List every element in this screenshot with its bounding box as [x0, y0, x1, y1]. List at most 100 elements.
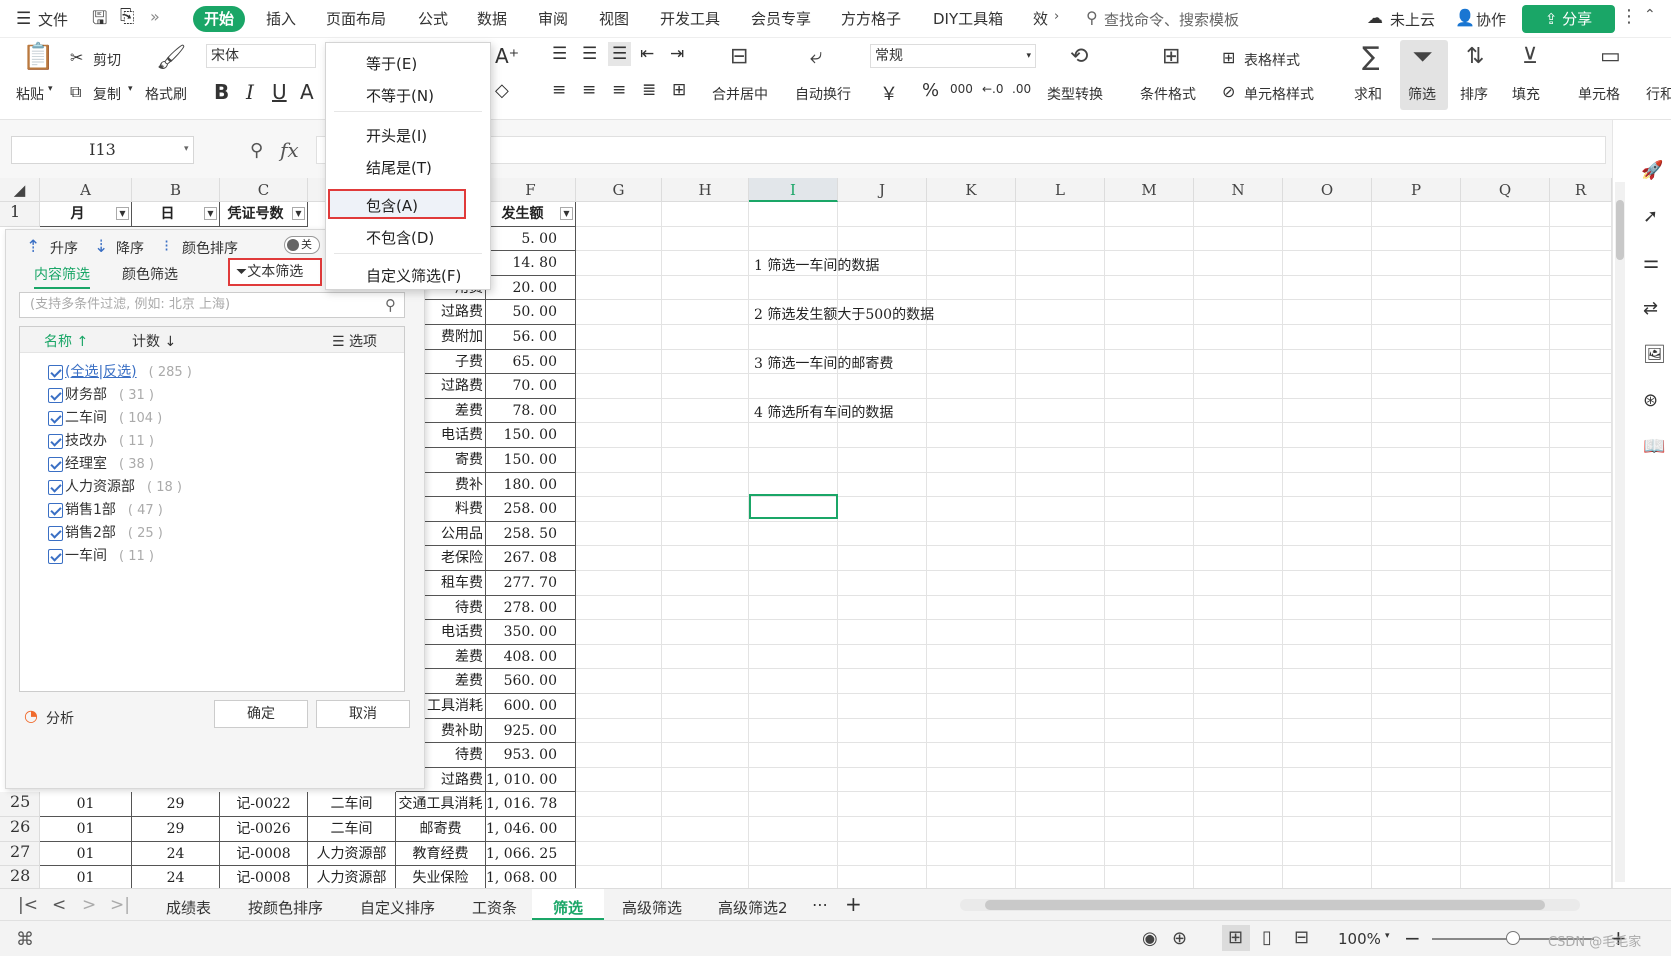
cell-H9[interactable]	[662, 398, 749, 424]
cell-G1[interactable]	[576, 202, 662, 227]
cell-M16[interactable]	[1105, 571, 1194, 596]
cell-L23[interactable]	[1016, 743, 1105, 768]
sort-icon[interactable]: ⇅	[1466, 46, 1484, 68]
cell-K4[interactable]	[927, 275, 1016, 301]
cell-K21[interactable]	[927, 694, 1016, 719]
cell-J15[interactable]	[838, 546, 927, 571]
cell-H22[interactable]	[662, 718, 749, 744]
cell-O12[interactable]	[1283, 472, 1372, 498]
decimal-increase-icon[interactable]: ←.0	[982, 82, 1004, 96]
vertical-scrollbar[interactable]	[1615, 182, 1625, 882]
menu-equals[interactable]: 等于(E)	[366, 53, 417, 74]
cell-I15[interactable]	[749, 546, 838, 571]
cell-J6[interactable]	[838, 325, 927, 350]
cell-P11[interactable]	[1372, 448, 1461, 473]
cell-G4[interactable]	[576, 275, 662, 301]
cell-G22[interactable]	[576, 718, 662, 744]
cell-Q24[interactable]	[1461, 767, 1550, 793]
cell-K1[interactable]	[927, 202, 1016, 227]
menu-not-contains[interactable]: 不包含(D)	[366, 227, 434, 248]
cell-F12[interactable]: 180. 00	[486, 472, 576, 498]
cell-M27[interactable]	[1105, 841, 1194, 867]
cell-B28[interactable]: 24	[132, 866, 220, 888]
menu-contains[interactable]: 包含(A)	[366, 195, 418, 216]
cell-N22[interactable]	[1194, 718, 1283, 744]
row-header-1[interactable]: 1	[0, 202, 40, 227]
save-icon[interactable]: 🖫	[92, 6, 107, 36]
menu-begins-with[interactable]: 开头是(I)	[366, 125, 427, 146]
cell-M10[interactable]	[1105, 423, 1194, 448]
cell-O20[interactable]	[1283, 669, 1372, 694]
cell-N5[interactable]	[1194, 300, 1283, 325]
cell-F22[interactable]: 925. 00	[486, 718, 576, 744]
more-menu-icon[interactable]: ⋮	[1620, 6, 1638, 27]
conditional-format-button[interactable]: 条件格式	[1140, 84, 1196, 104]
cell-K7[interactable]	[927, 349, 1016, 375]
cell-R7[interactable]	[1550, 349, 1612, 375]
cell-P3[interactable]	[1372, 251, 1461, 276]
cell-R20[interactable]	[1550, 669, 1612, 694]
menu-ends-with[interactable]: 结尾是(T)	[366, 157, 432, 178]
cell-I19[interactable]	[749, 644, 838, 670]
cell-L26[interactable]	[1016, 817, 1105, 842]
cell-E25[interactable]: 交通工具消耗	[396, 792, 486, 817]
cell-H25[interactable]	[662, 792, 749, 817]
cell-Q23[interactable]	[1461, 743, 1550, 768]
filter-item[interactable]: 经理室 ( 38 )	[48, 453, 154, 473]
cell-K23[interactable]	[927, 743, 1016, 768]
text-filter-button[interactable]: ⏷文本筛选	[228, 258, 322, 286]
cell-K12[interactable]	[927, 472, 1016, 498]
cell-P15[interactable]	[1372, 546, 1461, 571]
cell-N21[interactable]	[1194, 694, 1283, 719]
cell-L28[interactable]	[1016, 866, 1105, 888]
cell-M25[interactable]	[1105, 792, 1194, 817]
cell-M1[interactable]	[1105, 202, 1194, 227]
cell-N25[interactable]	[1194, 792, 1283, 817]
cell-J28[interactable]	[838, 866, 927, 888]
tab-formula[interactable]: 公式	[418, 8, 448, 29]
cell-M7[interactable]	[1105, 349, 1194, 375]
filter-item[interactable]: 人力资源部 ( 18 )	[48, 476, 182, 496]
cell-A27[interactable]: 01	[40, 841, 132, 867]
cell-P14[interactable]	[1372, 521, 1461, 547]
cell-M11[interactable]	[1105, 448, 1194, 473]
cell-O25[interactable]	[1283, 792, 1372, 817]
checkbox-checked-icon[interactable]	[48, 410, 63, 426]
cell-Q18[interactable]	[1461, 620, 1550, 645]
cell-F25[interactable]: 1, 016. 78	[486, 792, 576, 817]
cell-R1[interactable]	[1550, 202, 1612, 227]
cell-E27[interactable]: 教育经费	[396, 841, 486, 867]
cell-K16[interactable]	[927, 571, 1016, 596]
cell-Q13[interactable]	[1461, 497, 1550, 522]
italic-button[interactable]: I	[246, 80, 254, 104]
cell-J19[interactable]	[838, 644, 927, 670]
cell-Q8[interactable]	[1461, 374, 1550, 399]
cell-O1[interactable]	[1283, 202, 1372, 227]
cell-K25[interactable]	[927, 792, 1016, 817]
cell-R26[interactable]	[1550, 817, 1612, 842]
cell-G12[interactable]	[576, 472, 662, 498]
cell-B27[interactable]: 24	[132, 841, 220, 867]
cell-G16[interactable]	[576, 571, 662, 596]
cell-G7[interactable]	[576, 349, 662, 375]
wrap-text-icon[interactable]: ⤶	[810, 46, 822, 68]
cell-K18[interactable]	[927, 620, 1016, 645]
cell-G20[interactable]	[576, 669, 662, 694]
tab-more-chevron-icon[interactable]: ›	[1054, 9, 1059, 24]
cell-N27[interactable]	[1194, 841, 1283, 867]
zoom-lookup-icon[interactable]: ⚲	[250, 140, 263, 161]
tab-review[interactable]: 审阅	[538, 8, 568, 29]
cell-H23[interactable]	[662, 743, 749, 768]
table-style-button[interactable]: 表格样式	[1244, 50, 1300, 70]
cell-H7[interactable]	[662, 349, 749, 375]
cell-K24[interactable]	[927, 767, 1016, 793]
cell-H8[interactable]	[662, 374, 749, 399]
cell-Q16[interactable]	[1461, 571, 1550, 596]
cell-G28[interactable]	[576, 866, 662, 888]
merge-center-icon[interactable]: ⊟	[730, 46, 748, 68]
cell-Q4[interactable]	[1461, 275, 1550, 301]
active-cell-I13[interactable]	[749, 494, 838, 519]
cell-F21[interactable]: 600. 00	[486, 694, 576, 719]
col-header-R[interactable]: R	[1550, 178, 1612, 202]
cell-R2[interactable]	[1550, 226, 1612, 252]
